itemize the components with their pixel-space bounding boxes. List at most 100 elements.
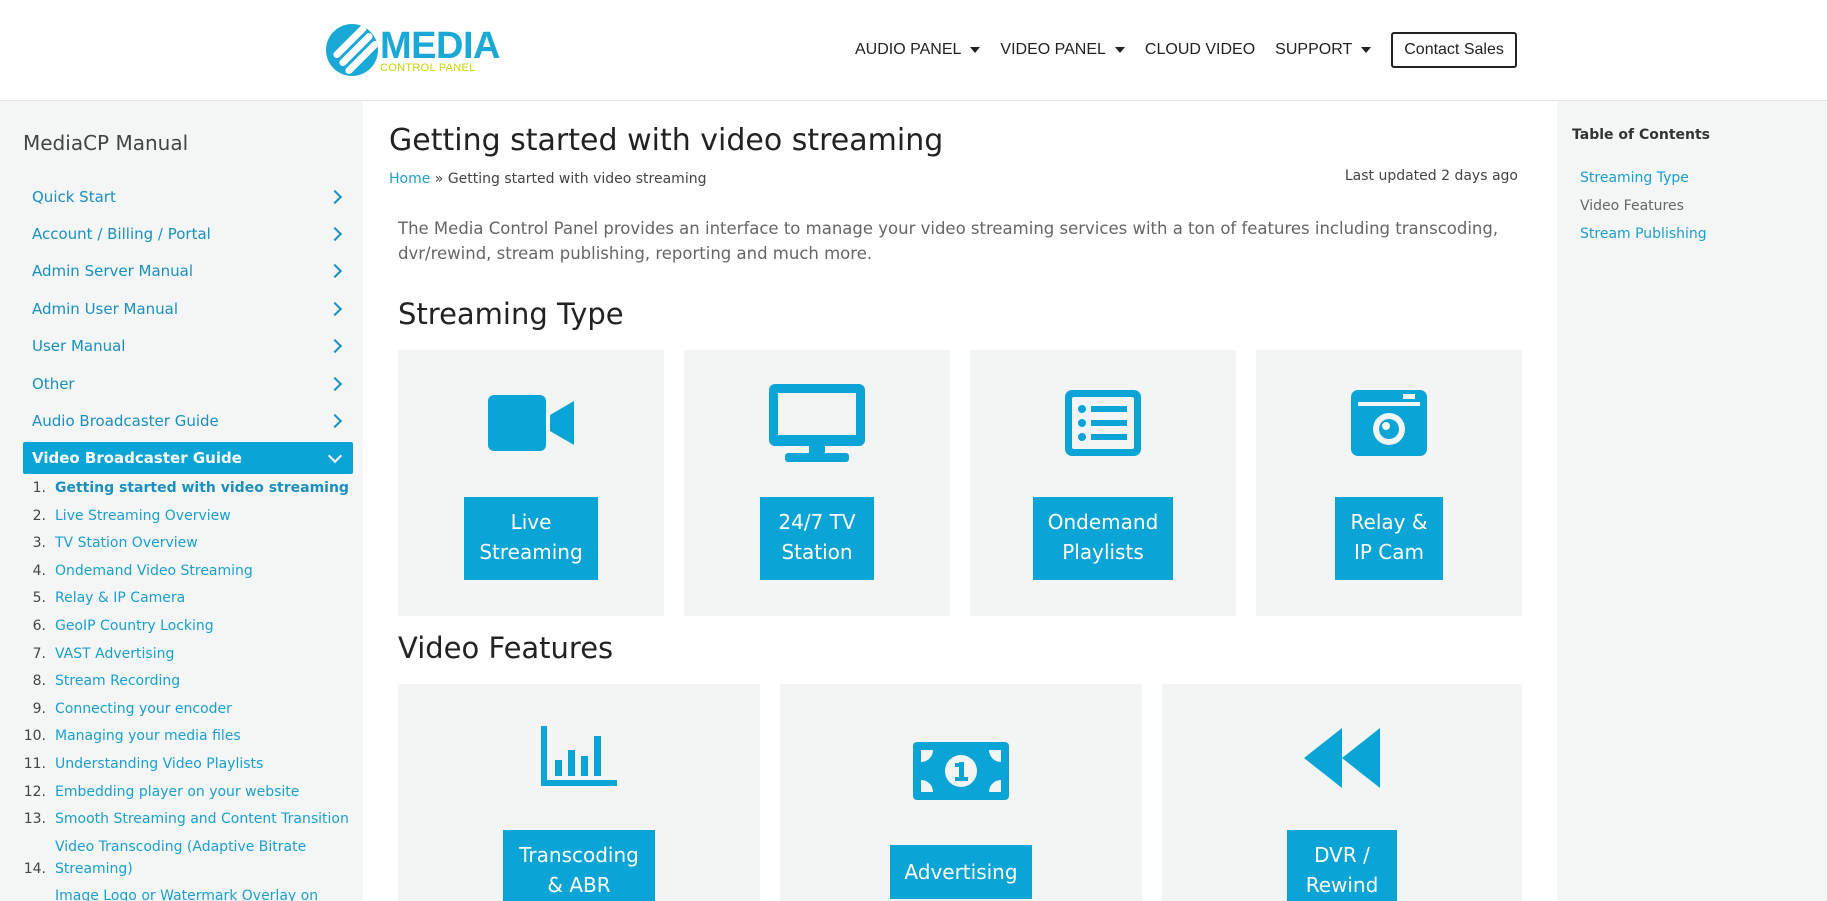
money-icon xyxy=(913,742,1009,800)
tv-icon xyxy=(769,384,865,462)
list-label: Getting started with video streaming xyxy=(55,480,349,496)
button-line: Advertising xyxy=(904,860,1018,884)
button-line: Playlists xyxy=(1062,540,1144,564)
nav-label: AUDIO PANEL xyxy=(855,41,962,58)
list-label: VAST Advertising xyxy=(55,645,175,662)
nav-cloud-video[interactable]: CLOUD VIDEO xyxy=(1145,41,1255,59)
list-item[interactable]: 12. Embedding player on your website xyxy=(23,781,353,803)
sidebar-item-account-billing[interactable]: Account / Billing / Portal xyxy=(23,218,353,250)
sidebar-item-label: Quick Start xyxy=(32,188,116,206)
sidebar-title: MediaCP Manual xyxy=(23,131,189,155)
media-control-panel-logo[interactable]: MEDIA CONTROL PANEL xyxy=(326,22,500,78)
button-line: Ondemand xyxy=(1047,510,1159,534)
list-label: Smooth Streaming and Content Transition xyxy=(55,811,349,828)
sidebar-item-quick-start[interactable]: Quick Start xyxy=(23,181,353,213)
button-line: Station xyxy=(781,540,853,564)
video-features-heading: Video Features xyxy=(398,631,614,665)
list-item[interactable]: 8. Stream Recording xyxy=(23,670,353,692)
relay-ip-cam-button[interactable]: Relay & IP Cam xyxy=(1335,497,1443,580)
button-line: 24/7 TV xyxy=(778,510,856,534)
breadcrumb-separator: » xyxy=(430,171,448,187)
card-ondemand-playlists: Ondemand Playlists xyxy=(970,350,1236,616)
list-item[interactable]: 10. Managing your media files xyxy=(23,725,353,747)
list-label: Connecting your encoder xyxy=(55,700,232,717)
list-item[interactable]: 6. GeoIP Country Locking xyxy=(23,615,353,637)
breadcrumb-home-link[interactable]: Home xyxy=(389,171,430,187)
button-line: Rewind xyxy=(1305,873,1379,897)
button-line: DVR / xyxy=(1314,843,1370,867)
chevron-down-icon xyxy=(327,448,343,463)
sidebar-item-label: Admin User Manual xyxy=(32,300,179,318)
list-item[interactable]: 5. Relay & IP Camera xyxy=(23,587,353,609)
contact-sales-button[interactable]: Contact Sales xyxy=(1391,32,1517,68)
sidebar-item-label: Video Broadcaster Guide xyxy=(32,449,242,467)
transcoding-abr-button[interactable]: Transcoding & ABR xyxy=(503,830,655,901)
list-item[interactable]: 7. VAST Advertising xyxy=(23,643,353,665)
list-item[interactable]: 9. Connecting your encoder xyxy=(23,698,353,720)
sidebar-item-label: Admin Server Manual xyxy=(32,262,194,280)
list-item[interactable]: 2. Live Streaming Overview xyxy=(23,505,353,527)
nav-audio-panel[interactable]: AUDIO PANEL xyxy=(855,41,981,59)
nav-support[interactable]: SUPPORT xyxy=(1275,41,1372,59)
toc-item-streaming-type[interactable]: Streaming Type xyxy=(1580,170,1689,186)
video-guide-list: 1. Getting started with video streaming 2… xyxy=(23,477,353,901)
caret-down-icon xyxy=(970,47,981,53)
list-number: 10. xyxy=(23,728,46,745)
rewind-icon xyxy=(1304,728,1380,788)
list-item[interactable]: 4. Ondemand Video Streaming xyxy=(23,560,353,582)
sidebar-item-other[interactable]: Other xyxy=(23,368,353,400)
main-nav: AUDIO PANEL VIDEO PANEL CLOUD VIDEO SUPP… xyxy=(855,32,1517,68)
list-item[interactable]: 1. Getting started with video streaming xyxy=(23,477,353,499)
advertising-button[interactable]: Advertising xyxy=(890,845,1032,899)
nav-label: SUPPORT xyxy=(1275,41,1353,58)
list-item[interactable]: 11. Understanding Video Playlists xyxy=(23,753,353,775)
list-number: 2. xyxy=(32,507,46,524)
nav-video-panel[interactable]: VIDEO PANEL xyxy=(1000,41,1125,59)
chevron-right-icon xyxy=(327,263,343,279)
list-label: GeoIP Country Locking xyxy=(55,617,214,634)
sidebar-item-audio-broadcaster[interactable]: Audio Broadcaster Guide xyxy=(23,405,353,437)
toc-item-video-features[interactable]: Video Features xyxy=(1580,198,1684,214)
sidebar-item-admin-user[interactable]: Admin User Manual xyxy=(23,293,353,325)
video-camera-icon xyxy=(488,395,574,451)
card-transcoding: Transcoding & ABR xyxy=(398,684,760,901)
list-label: Relay & IP Camera xyxy=(55,590,186,607)
logo-icon xyxy=(326,24,378,76)
sidebar-item-admin-server[interactable]: Admin Server Manual xyxy=(23,255,353,287)
chevron-right-icon xyxy=(327,413,343,429)
streaming-type-heading: Streaming Type xyxy=(398,297,624,331)
chevron-right-icon xyxy=(327,338,343,354)
list-icon xyxy=(1065,390,1141,456)
sidebar-item-user-manual[interactable]: User Manual xyxy=(23,330,353,362)
list-label: Stream Recording xyxy=(55,673,181,690)
button-line: Relay & xyxy=(1350,510,1428,534)
chevron-right-icon xyxy=(327,376,343,392)
button-line: & ABR xyxy=(547,873,611,897)
sidebar-item-label: Other xyxy=(32,375,75,393)
caret-down-icon xyxy=(1361,47,1372,53)
button-line: Live xyxy=(510,510,552,534)
list-label: TV Station Overview xyxy=(55,535,198,552)
caret-down-icon xyxy=(1114,47,1125,53)
card-advertising: Advertising xyxy=(780,684,1142,901)
list-item[interactable]: Image Logo or Watermark Overlay on Video xyxy=(23,885,353,901)
nav-label: CLOUD VIDEO xyxy=(1144,41,1256,58)
list-item[interactable]: 14. Video Transcoding (Adaptive Bitrate S… xyxy=(23,836,353,880)
bar-chart-icon xyxy=(541,726,617,786)
breadcrumb: Home » Getting started with video stream… xyxy=(389,171,706,187)
tv-station-button[interactable]: 24/7 TV Station xyxy=(760,497,874,580)
list-label: Image Logo or Watermark Overlay on Video xyxy=(55,888,319,901)
dvr-rewind-button[interactable]: DVR / Rewind xyxy=(1287,830,1397,901)
list-number: 6. xyxy=(32,617,46,634)
list-item[interactable]: 13. Smooth Streaming and Content Transiti… xyxy=(23,808,353,830)
sidebar-item-video-broadcaster[interactable]: Video Broadcaster Guide xyxy=(23,442,353,474)
ondemand-playlists-button[interactable]: Ondemand Playlists xyxy=(1033,497,1173,580)
chevron-right-icon xyxy=(327,226,343,242)
toc-item-stream-publishing[interactable]: Stream Publishing xyxy=(1580,226,1707,242)
list-number: 3. xyxy=(32,535,46,552)
breadcrumb-current: Getting started with video streaming xyxy=(447,171,707,187)
live-streaming-button[interactable]: Live Streaming xyxy=(464,497,598,580)
list-label: Understanding Video Playlists xyxy=(55,755,264,772)
list-item[interactable]: 3. TV Station Overview xyxy=(23,532,353,554)
card-live-streaming: Live Streaming xyxy=(398,350,664,616)
